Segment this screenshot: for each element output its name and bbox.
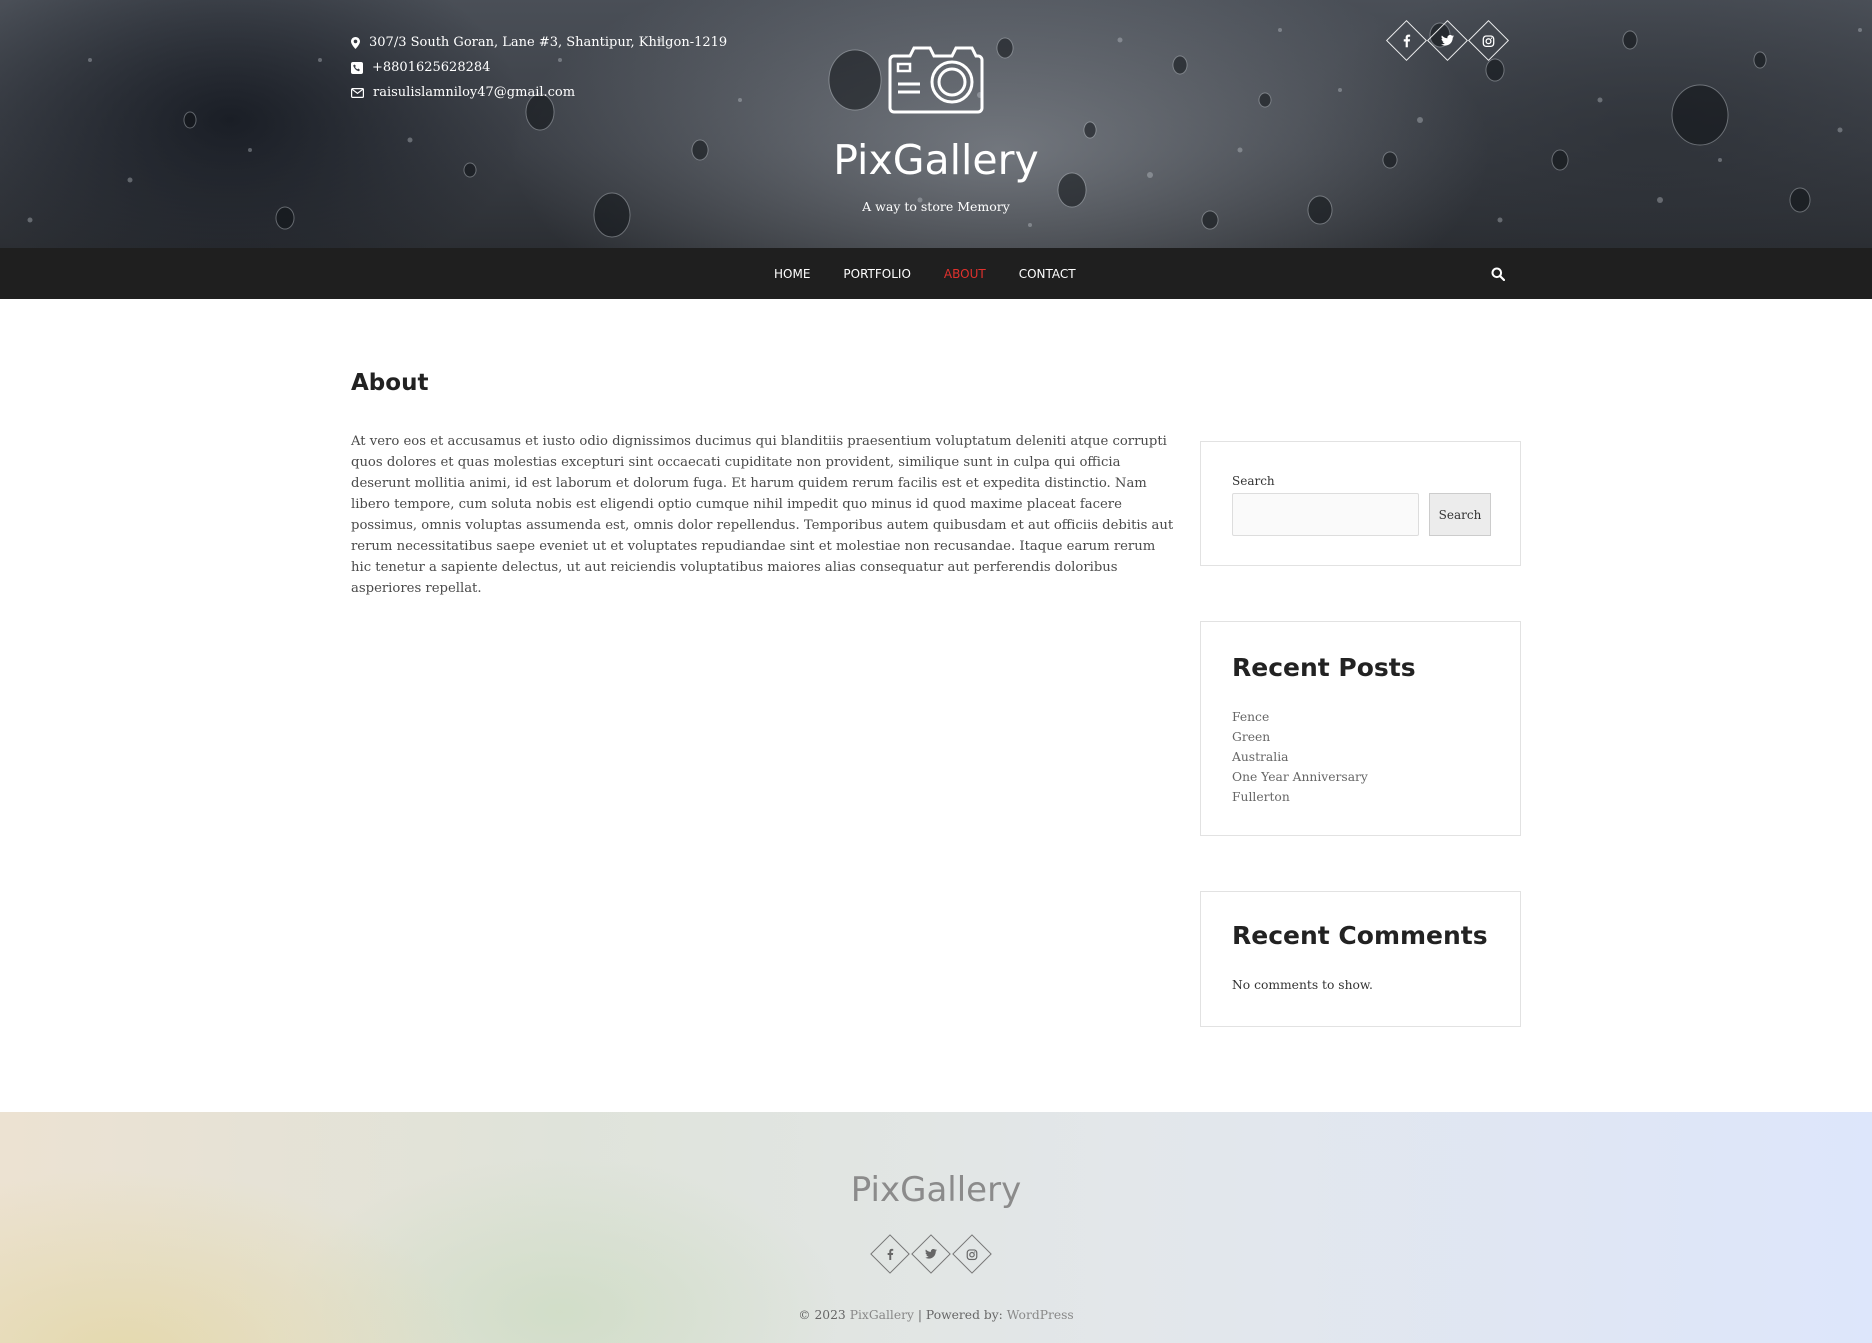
instagram-link[interactable] [1467,19,1510,62]
page-title: About [351,370,429,396]
camera-logo-icon[interactable] [886,42,984,116]
email-row: raisulislamniloy47@gmail.com [351,80,727,105]
recent-post-link[interactable]: Fence [1232,707,1368,727]
instagram-icon [1482,34,1495,47]
recent-posts-widget: Recent Posts Fence Green Australia One Y… [1200,621,1521,836]
nav-item-home[interactable]: HOME [774,267,810,281]
facebook-icon [887,1248,893,1260]
copyright-prefix: © 2023 [798,1308,846,1322]
facebook-link[interactable] [1385,19,1428,62]
footer-site-title[interactable]: PixGallery [0,1170,1872,1210]
phone-row: +8801625628284 [351,55,727,80]
envelope-icon [351,87,364,98]
social-links-footer [870,1234,999,1274]
recent-posts-heading: Recent Posts [1232,653,1416,682]
recent-post-link[interactable]: Green [1232,727,1368,747]
footer-twitter-link[interactable] [911,1234,951,1274]
twitter-icon [925,1249,937,1259]
nav-item-contact[interactable]: CONTACT [1019,267,1076,281]
email-text[interactable]: raisulislamniloy47@gmail.com [373,85,575,100]
site-title[interactable]: PixGallery [0,136,1872,184]
wordpress-link[interactable]: WordPress [1007,1308,1074,1322]
recent-posts-list: Fence Green Australia One Year Anniversa… [1232,707,1368,807]
nav-item-about[interactable]: ABOUT [944,267,986,281]
powered-by-label: | Powered by: [917,1308,1003,1322]
main-navigation: HOME PORTFOLIO ABOUT CONTACT [0,248,1872,299]
search-label: Search [1232,474,1275,488]
address-row: 307/3 South Goran, Lane #3, Shantipur, K… [351,30,727,55]
search-input[interactable] [1232,493,1419,536]
recent-post-link[interactable]: Fullerton [1232,787,1368,807]
facebook-icon [1403,34,1410,47]
twitter-link[interactable] [1426,19,1469,62]
site-tagline: A way to store Memory [862,199,1010,214]
search-icon[interactable] [1491,267,1505,281]
page-content: At vero eos et accusamus et iusto odio d… [351,434,1174,596]
footer-facebook-link[interactable] [870,1234,910,1274]
recent-post-link[interactable]: Australia [1232,747,1368,767]
recent-comments-heading: Recent Comments [1232,921,1488,950]
nav-item-portfolio[interactable]: PORTFOLIO [843,267,911,281]
instagram-icon [966,1248,978,1260]
no-comments-text: No comments to show. [1232,978,1373,992]
phone-text: +8801625628284 [372,60,491,75]
search-button[interactable]: Search [1429,493,1491,536]
copyright-line: © 2023 PixGallery | Powered by: WordPres… [0,1308,1872,1322]
recent-comments-widget: Recent Comments No comments to show. [1200,891,1521,1027]
contact-info: 307/3 South Goran, Lane #3, Shantipur, K… [351,30,727,105]
nav-menu: HOME PORTFOLIO ABOUT CONTACT [774,248,1109,299]
twitter-icon [1441,35,1454,46]
map-marker-icon [351,36,360,49]
recent-post-link[interactable]: One Year Anniversary [1232,767,1368,787]
address-text: 307/3 South Goran, Lane #3, Shantipur, K… [369,35,728,50]
footer-instagram-link[interactable] [952,1234,992,1274]
search-widget: Search Search [1200,441,1521,566]
copyright-site-link[interactable]: PixGallery [850,1308,914,1322]
phone-icon [351,61,363,74]
social-links-top [1385,19,1515,62]
site-header: 307/3 South Goran, Lane #3, Shantipur, K… [0,0,1872,248]
